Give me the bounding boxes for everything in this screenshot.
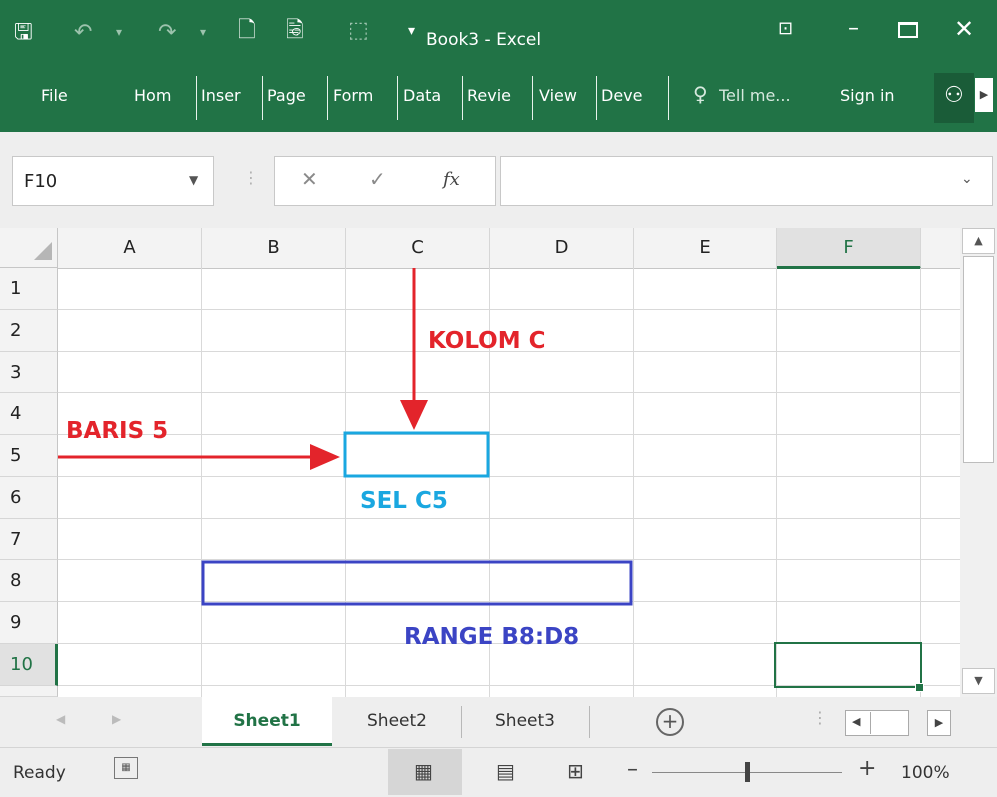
tab-scroll-right-icon[interactable]: ▶ — [112, 712, 121, 726]
hscroll-right-icon[interactable]: ▶ — [927, 710, 951, 736]
zoom-slider-thumb[interactable] — [745, 762, 750, 782]
hscroll-left-icon[interactable]: ◀ — [852, 715, 860, 728]
zoom-out-icon[interactable]: – — [627, 757, 638, 782]
hscroll-thumb[interactable] — [870, 712, 907, 734]
range-b8-d8-highlight — [201, 560, 633, 606]
sheet-tab-2[interactable]: Sheet2 — [334, 697, 460, 746]
horizontal-scrollbar[interactable]: ◀ — [845, 710, 909, 736]
cell-c5-highlight — [343, 431, 490, 478]
zoom-in-icon[interactable]: + — [858, 756, 876, 781]
macro-record-icon[interactable]: ▦ — [114, 757, 138, 779]
page-layout-view-icon[interactable]: ▤ — [496, 759, 515, 783]
baris-label: BARIS 5 — [66, 418, 169, 444]
sheet-tab-3[interactable]: Sheet3 — [462, 697, 588, 746]
kolom-arrow-head-icon — [400, 400, 428, 430]
tab-divider — [589, 706, 590, 738]
sheet-tab-1[interactable]: Sheet1 — [202, 697, 332, 746]
status-ready: Ready — [13, 763, 66, 783]
page-break-view-icon[interactable]: ⊞ — [567, 759, 584, 783]
vertical-scroll-thumb[interactable] — [963, 256, 994, 463]
splitter-grip-icon[interactable]: ⋮ — [812, 708, 828, 727]
sel-label: SEL C5 — [360, 488, 448, 514]
annotation-overlay — [58, 268, 633, 606]
normal-view-button[interactable]: ▦ — [388, 749, 462, 795]
normal-view-icon: ▦ — [414, 759, 433, 783]
add-sheet-icon[interactable]: + — [656, 708, 684, 736]
range-label: RANGE B8:D8 — [404, 624, 580, 650]
baris-arrow-head-icon — [310, 444, 340, 470]
scroll-up-icon[interactable]: ▲ — [962, 228, 995, 254]
zoom-level[interactable]: 100% — [901, 763, 950, 783]
tab-scroll-left-icon[interactable]: ◀ — [56, 712, 65, 726]
kolom-label: KOLOM C — [428, 328, 546, 354]
scroll-down-icon[interactable]: ▼ — [962, 668, 995, 694]
